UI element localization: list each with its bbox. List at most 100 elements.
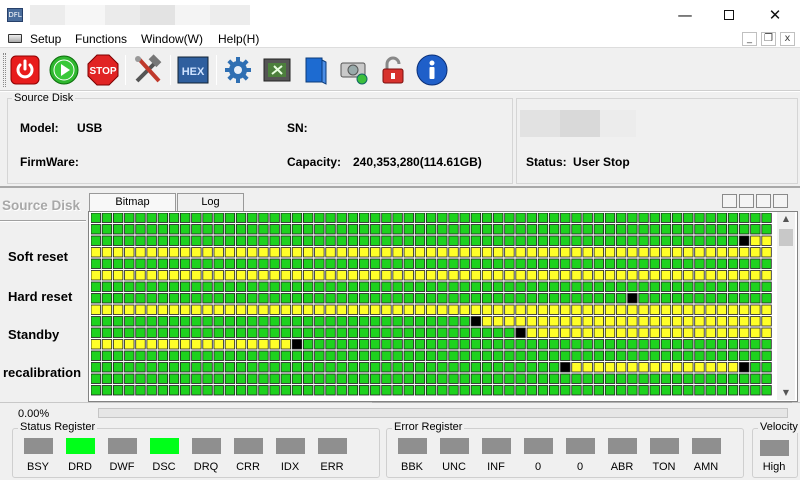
bitmap-cell: [135, 373, 146, 384]
bitmap-cell: [291, 316, 303, 327]
bitmap-cell: [180, 350, 191, 361]
soft-reset-button[interactable]: Soft reset: [0, 249, 86, 264]
info-icon[interactable]: [416, 54, 448, 86]
vertical-scrollbar[interactable]: ▲ ▼: [777, 212, 795, 400]
mdi-close-button[interactable]: x: [780, 32, 795, 46]
bitmap-cell: [638, 385, 649, 396]
bitmap-cell: [112, 385, 124, 396]
erase-icon[interactable]: [261, 54, 293, 86]
standby-button[interactable]: Standby: [0, 327, 86, 342]
play-icon[interactable]: [48, 54, 80, 86]
scroll-up-arrow-icon[interactable]: ▲: [777, 212, 795, 226]
bitmap-cell: [314, 281, 325, 292]
bitmap-cell: [638, 224, 649, 235]
bitmap-cell: [325, 316, 336, 327]
bitmap-cell: [414, 316, 426, 327]
bitmap-cell: [235, 281, 247, 292]
bitmap-cell: [303, 213, 314, 223]
bitmap-cell: [604, 385, 616, 396]
bitmap-cell: [146, 270, 157, 281]
bitmap-cell: [91, 247, 101, 258]
bitmap-cell: [224, 373, 236, 384]
bitmap-cell: [213, 235, 224, 246]
bitmap-cell: [649, 281, 660, 292]
bitmap-cell: [224, 281, 236, 292]
progress-percent: 0.00%: [18, 408, 50, 420]
bitmap-cell: [638, 247, 649, 258]
menu-window[interactable]: Window(W): [141, 31, 203, 47]
close-button[interactable]: ✕: [752, 0, 798, 30]
bitmap-cell: [548, 362, 560, 373]
bitmap-cell: [168, 258, 180, 269]
bitmap-cell: [358, 339, 370, 350]
mdi-restore-button[interactable]: ❐: [761, 32, 776, 46]
toolbar-grip[interactable]: [3, 53, 6, 87]
tools-icon[interactable]: [132, 54, 164, 86]
bitmap-cell: [694, 213, 705, 223]
bitmap-cell: [493, 339, 504, 350]
lock-icon[interactable]: [377, 54, 409, 86]
scroll-thumb[interactable]: [779, 229, 793, 246]
disk-icon[interactable]: [338, 54, 370, 86]
bitmap-cell: [314, 316, 325, 327]
book-icon[interactable]: [299, 54, 331, 86]
bitmap-cell: [694, 350, 705, 361]
scroll-down-arrow-icon[interactable]: ▼: [777, 386, 795, 400]
bitmap-cell: [101, 304, 113, 315]
tab-bitmap[interactable]: Bitmap: [89, 193, 176, 211]
bitmap-cell: [537, 293, 549, 304]
recalibration-button[interactable]: recalibration: [0, 365, 86, 380]
bitmap-cell: [705, 235, 716, 246]
bitmap-cell: [683, 339, 694, 350]
bitmap-cell: [761, 258, 772, 269]
bitmap-cell: [604, 247, 616, 258]
tab-log[interactable]: Log: [177, 193, 244, 211]
bitmap-cell: [571, 247, 582, 258]
view-button-1[interactable]: [722, 194, 737, 208]
bitmap-cell: [135, 258, 146, 269]
menu-setup[interactable]: Setup: [30, 31, 61, 47]
menu-help[interactable]: Help(H): [218, 31, 259, 47]
menu-functions[interactable]: Functions: [75, 31, 127, 47]
bitmap-cell: [403, 224, 414, 235]
system-menu-icon[interactable]: [8, 34, 22, 43]
bitmap-cell: [470, 213, 482, 223]
stop-icon[interactable]: STOP: [87, 54, 119, 86]
bitmap-cell: [258, 213, 269, 223]
bitmap-cell: [213, 247, 224, 258]
bitmap-cell: [135, 247, 146, 258]
bitmap-cell: [705, 339, 716, 350]
bitmap-cell: [314, 385, 325, 396]
bitmap-cell: [548, 213, 560, 223]
hard-reset-button[interactable]: Hard reset: [0, 289, 86, 304]
bitmap-cell: [325, 339, 336, 350]
bitmap-cell: [370, 247, 381, 258]
bitmap-cell: [604, 235, 616, 246]
splitter-handle[interactable]: [372, 402, 792, 404]
bitmap-cell: [303, 247, 314, 258]
app-icon: DFL: [7, 8, 23, 22]
bitmap-cell: [493, 327, 504, 338]
minimize-button[interactable]: —: [662, 0, 708, 30]
bitmap-cell: [135, 316, 146, 327]
view-button-3[interactable]: [756, 194, 771, 208]
bitmap-cell: [437, 316, 448, 327]
bitmap-cell: [135, 350, 146, 361]
bitmap-cell: [247, 258, 258, 269]
bitmap-cell: [750, 213, 761, 223]
bitmap-cell: [593, 270, 605, 281]
bitmap-cell: [112, 373, 124, 384]
mdi-minimize-button[interactable]: _: [742, 32, 757, 46]
bitmap-cell: [291, 258, 303, 269]
bitmap-cell: [459, 339, 470, 350]
view-button-2[interactable]: [739, 194, 754, 208]
bitmap-cell: [616, 258, 627, 269]
view-button-4[interactable]: [773, 194, 788, 208]
bitmap-cell: [470, 327, 482, 338]
hex-icon[interactable]: HEX: [177, 54, 209, 86]
power-icon[interactable]: [9, 54, 41, 86]
bitmap-cell: [112, 362, 124, 373]
bitmap-cell: [571, 258, 582, 269]
gear-icon[interactable]: [222, 54, 254, 86]
maximize-button[interactable]: [706, 0, 752, 30]
